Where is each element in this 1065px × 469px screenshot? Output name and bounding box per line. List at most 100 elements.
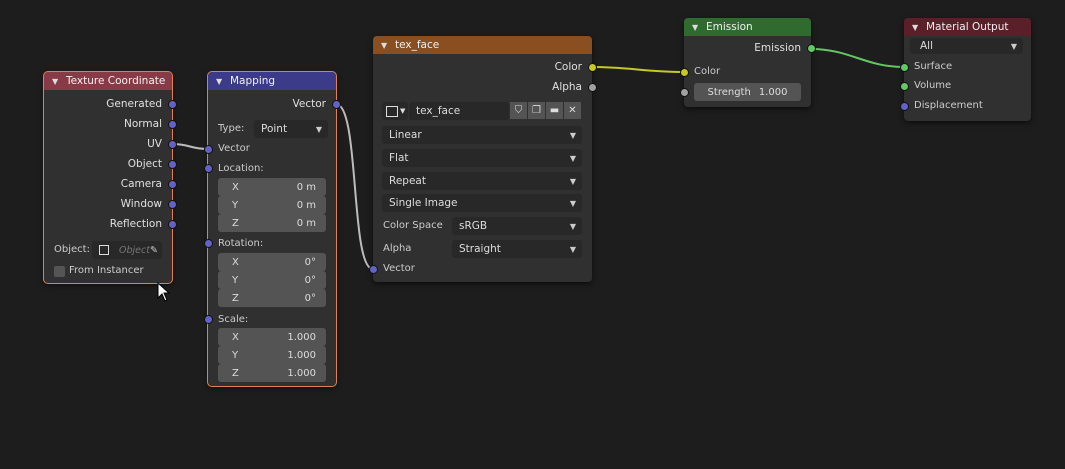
socket-displacement[interactable]	[900, 102, 909, 111]
image-texture-node[interactable]: ▼ tex_face Color Alpha ▼ tex_face ⛉ ❐ ▬ …	[369, 36, 597, 282]
strength-field[interactable]: Strength 1.000	[694, 83, 801, 101]
close-icon[interactable]: ✕	[564, 102, 581, 119]
collapse-chevron-icon[interactable]: ▼	[216, 77, 226, 86]
socket-surface[interactable]	[900, 63, 909, 72]
output-uv: UV	[147, 138, 162, 150]
rotation-label: Rotation:	[218, 238, 264, 249]
socket-input-vector[interactable]	[204, 145, 213, 154]
socket-location[interactable]	[204, 164, 213, 173]
collapse-chevron-icon[interactable]: ▼	[52, 77, 62, 86]
alpha-mode-dropdown[interactable]: Straight ▼	[452, 240, 582, 258]
socket-uv[interactable]	[168, 140, 177, 149]
node-title: Mapping	[230, 75, 276, 87]
chevron-down-icon: ▼	[315, 124, 322, 134]
location-label: Location:	[218, 163, 264, 174]
source-dropdown[interactable]: Single Image ▼	[382, 194, 582, 212]
socket-emission[interactable]	[807, 44, 816, 53]
socket-strength[interactable]	[680, 88, 689, 97]
emission-header[interactable]: ▼ Emission	[684, 18, 811, 36]
chevron-down-icon: ▼	[569, 221, 576, 231]
emission-node[interactable]: ▼ Emission Emission Color Strength 1.000	[680, 18, 816, 107]
color-space-dropdown[interactable]: sRGB ▼	[452, 217, 582, 235]
output-alpha: Alpha	[552, 81, 582, 93]
link-color-to-emission	[591, 66, 685, 73]
output-object: Object	[127, 158, 162, 170]
socket-input-color[interactable]	[680, 68, 689, 77]
projection-dropdown[interactable]: Flat ▼	[382, 149, 582, 167]
node-title: Material Output	[926, 21, 1009, 33]
from-instancer-checkbox[interactable]	[54, 266, 65, 277]
node-title: tex_face	[395, 39, 440, 51]
link-emission-to-surface	[810, 48, 905, 68]
material-output-header[interactable]: ▼ Material Output	[904, 18, 1031, 36]
socket-color[interactable]	[588, 63, 597, 72]
output-camera: Camera	[120, 178, 162, 190]
mapping-node[interactable]: ▼ Mapping Vector Type: Point ▼ Vector Loc…	[204, 71, 341, 387]
interpolation-dropdown[interactable]: Linear ▼	[382, 126, 582, 144]
object-picker[interactable]: Object ✎	[92, 241, 162, 259]
socket-window[interactable]	[168, 200, 177, 209]
collapse-chevron-icon[interactable]: ▼	[692, 23, 702, 32]
image-name-field[interactable]: tex_face	[409, 102, 509, 120]
output-normal: Normal	[124, 118, 162, 130]
output-vector: Vector	[292, 98, 326, 110]
socket-alpha[interactable]	[588, 83, 597, 92]
scale-y-field[interactable]: Y 1.000	[218, 346, 326, 364]
link-mapping-to-texture	[335, 103, 374, 270]
type-dropdown[interactable]: Point ▼	[254, 120, 328, 138]
texture-coordinate-node[interactable]: ▼ Texture Coordinate Generated Normal UV…	[43, 71, 177, 284]
node-title: Emission	[706, 21, 753, 33]
scale-z-field[interactable]: Z 1.000	[218, 364, 326, 382]
socket-rotation[interactable]	[204, 239, 213, 248]
object-cube-icon	[99, 245, 109, 255]
duplicate-icon[interactable]: ❐	[528, 102, 545, 119]
type-label: Type:	[218, 123, 245, 134]
socket-volume[interactable]	[900, 82, 909, 91]
socket-reflection[interactable]	[168, 220, 177, 229]
node-title: Texture Coordinate	[66, 75, 166, 87]
displacement-input-label: Displacement	[914, 100, 983, 111]
texture-coordinate-header[interactable]: ▼ Texture Coordinate	[44, 72, 172, 90]
eyedropper-icon[interactable]: ✎	[150, 245, 158, 256]
rotation-x-field[interactable]: X 0°	[218, 253, 326, 271]
surface-input-label: Surface	[914, 61, 953, 72]
fake-user-shield-icon[interactable]: ⛉	[510, 102, 527, 119]
socket-scale[interactable]	[204, 315, 213, 324]
socket-camera[interactable]	[168, 180, 177, 189]
chevron-down-icon: ▼	[400, 107, 406, 115]
scale-x-field[interactable]: X 1.000	[218, 328, 326, 346]
location-y-field[interactable]: Y0 m	[218, 196, 326, 214]
mouse-cursor-icon	[157, 282, 171, 302]
image-texture-header[interactable]: ▼ tex_face	[373, 36, 592, 54]
open-folder-icon[interactable]: ▬	[546, 102, 563, 119]
from-instancer-label: From Instancer	[69, 265, 144, 276]
vector-input-label: Vector	[218, 143, 250, 154]
socket-output-vector[interactable]	[332, 100, 341, 109]
alpha-mode-label: Alpha	[383, 243, 412, 254]
image-browse-button[interactable]: ▼	[382, 102, 408, 120]
rotation-y-field[interactable]: Y 0°	[218, 271, 326, 289]
output-generated: Generated	[106, 98, 162, 110]
chevron-down-icon: ▼	[569, 130, 576, 140]
material-output-node[interactable]: ▼ Material Output All ▼ Surface Volume Di…	[900, 18, 1031, 121]
location-z-field[interactable]: Z0 m	[218, 214, 326, 232]
mapping-header[interactable]: ▼ Mapping	[208, 72, 336, 90]
chevron-down-icon: ▼	[569, 244, 576, 254]
collapse-chevron-icon[interactable]: ▼	[912, 23, 922, 32]
color-input-label: Color	[694, 66, 721, 77]
socket-normal[interactable]	[168, 120, 177, 129]
socket-object[interactable]	[168, 160, 177, 169]
extension-dropdown[interactable]: Repeat ▼	[382, 172, 582, 190]
chevron-down-icon: ▼	[1010, 41, 1017, 51]
socket-generated[interactable]	[168, 100, 177, 109]
chevron-down-icon: ▼	[569, 153, 576, 163]
socket-input-vector[interactable]	[369, 265, 378, 274]
output-color: Color	[554, 61, 582, 73]
location-x-field[interactable]: X0 m	[218, 178, 326, 196]
rotation-z-field[interactable]: Z 0°	[218, 289, 326, 307]
scale-label: Scale:	[218, 314, 249, 325]
vector-input-label: Vector	[383, 263, 415, 274]
output-emission: Emission	[754, 42, 801, 54]
collapse-chevron-icon[interactable]: ▼	[381, 41, 391, 50]
target-dropdown[interactable]: All ▼	[910, 38, 1023, 54]
